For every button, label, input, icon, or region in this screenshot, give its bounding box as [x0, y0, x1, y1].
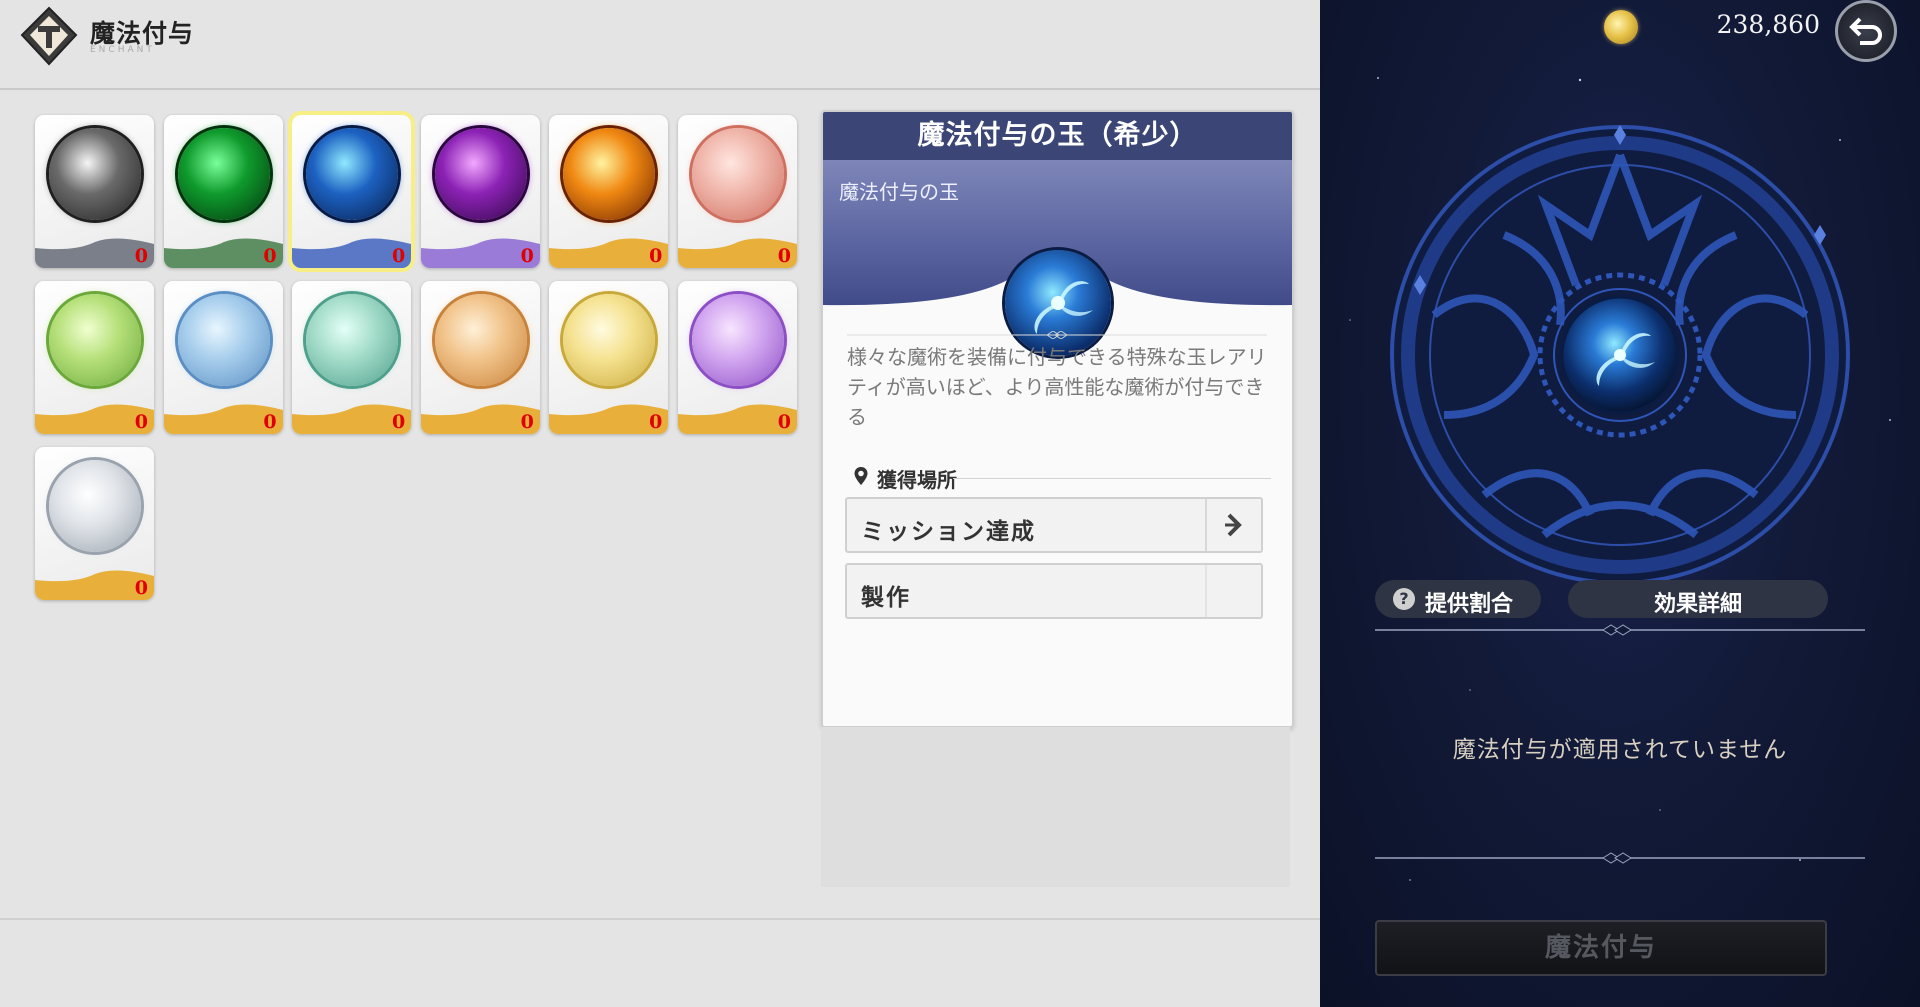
status-top-divider: [1375, 624, 1865, 636]
orb-card[interactable]: 0: [549, 281, 669, 434]
orb-blue-icon: [306, 128, 399, 220]
item-detail-banner: 魔法付与の玉: [823, 160, 1292, 356]
top-bar: 魔法付与 ENCHANT: [0, 0, 1320, 90]
enchant-button[interactable]: 魔法付与: [1375, 920, 1827, 976]
orb-yellow-gem-icon: [563, 294, 656, 386]
item-detail-title: 魔法付与の玉（希少）: [823, 112, 1292, 160]
orb-card[interactable]: 0: [288, 111, 416, 272]
orb-card[interactable]: 0: [678, 115, 797, 268]
left-pane: 魔法付与 ENCHANT 0 0 0 0 0 0 0 0 0 0 0 0 0 魔法付与の玉（希少） 魔法…: [0, 0, 1320, 1007]
orb-count: 0: [391, 245, 406, 267]
enchant-magic-circle: [1390, 125, 1850, 585]
orb-card[interactable]: 0: [35, 447, 154, 600]
status-bottom-divider: [1375, 852, 1865, 864]
enchant-status-text: 魔法付与が適用されていません: [1452, 737, 1788, 763]
drop-rate-label: 提供割合: [1425, 592, 1514, 617]
source-crafting-button[interactable]: 製作: [845, 563, 1263, 619]
item-detail-orb-icon: [1005, 250, 1111, 356]
orb-blue-gem-icon: [177, 294, 270, 386]
orb-green-icon: [177, 128, 270, 220]
orb-count: 0: [391, 411, 406, 433]
orb-card[interactable]: 0: [35, 281, 154, 434]
orb-card[interactable]: 0: [292, 281, 412, 434]
orb-red-gem-icon: [692, 128, 784, 220]
effect-details-label: 効果詳細: [1653, 592, 1742, 617]
orb-teal-gem-icon: [306, 294, 399, 386]
orb-count: 0: [134, 577, 148, 599]
description-divider: [847, 331, 1267, 339]
orb-count: 0: [777, 245, 791, 267]
orb-orange-icon: [563, 128, 656, 220]
item-detail-panel: 魔法付与の玉（希少） 魔法付与の玉 様々な魔術を装備に付与できる特殊な玉レアリテ…: [821, 110, 1294, 728]
acquisition-divider: [953, 478, 1271, 479]
orb-purple-icon: [434, 128, 527, 220]
gold-coin-icon: [1604, 10, 1638, 44]
source-mission-button[interactable]: ミッション達成: [845, 497, 1263, 553]
back-arrow-icon: [1849, 17, 1882, 45]
orb-count: 0: [134, 411, 148, 433]
source-label: ミッション達成: [861, 519, 1036, 545]
source-label: 製作: [861, 585, 911, 611]
detail-panel-footer: [821, 727, 1290, 887]
orb-card[interactable]: 0: [163, 115, 283, 268]
orb-count: 0: [263, 411, 277, 433]
orb-count: 0: [649, 245, 663, 267]
help-question-icon: ?: [1393, 588, 1415, 610]
drop-rate-button[interactable]: ? 提供割合: [1375, 580, 1541, 618]
orb-count: 0: [649, 411, 663, 433]
chevron-right-icon: [1205, 499, 1261, 551]
bottom-divider: [0, 918, 1320, 920]
effect-details-button[interactable]: 効果詳細: [1568, 580, 1828, 618]
orb-card[interactable]: 0: [549, 115, 669, 268]
orb-count: 0: [263, 245, 277, 267]
item-description: 様々な魔術を装備に付与できる特殊な玉レアリティが高いほど、より高性能な魔術が付与…: [847, 345, 1267, 429]
enchant-preview-pane: 238,860 ? 提供割合 効果詳細 魔法付与が適用されていません 魔法付与: [1320, 0, 1920, 1007]
acquisition-heading: 獲得場所: [877, 468, 957, 492]
orb-white-gem-icon: [49, 460, 141, 552]
orb-gray-icon: [49, 128, 141, 220]
gold-amount: 238,860: [1716, 10, 1820, 39]
orb-count: 0: [134, 245, 148, 267]
orb-card[interactable]: 0: [163, 281, 283, 434]
orb-amber-gem-icon: [434, 294, 527, 386]
orb-card[interactable]: 0: [678, 281, 797, 434]
orb-card[interactable]: 0: [420, 115, 540, 268]
orb-count: 0: [520, 411, 534, 433]
orb-count: 0: [777, 411, 791, 433]
back-button[interactable]: [1835, 0, 1897, 62]
page-subtitle: ENCHANT: [90, 45, 155, 55]
location-pin-icon: [854, 467, 868, 485]
orb-green-gem-icon: [49, 294, 141, 386]
enchant-menu-icon: [20, 6, 78, 66]
orb-count: 0: [520, 245, 534, 267]
orb-card[interactable]: 0: [35, 115, 154, 268]
orb-violet-gem-icon: [692, 294, 784, 386]
orb-card[interactable]: 0: [420, 281, 540, 434]
item-detail-category: 魔法付与の玉: [839, 180, 959, 204]
